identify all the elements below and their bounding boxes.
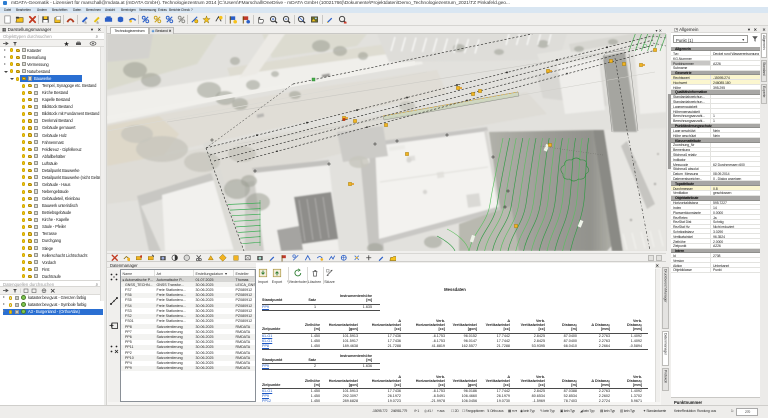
svg-text:a: a (97, 21, 99, 24)
svg-text:a: a (85, 21, 87, 24)
